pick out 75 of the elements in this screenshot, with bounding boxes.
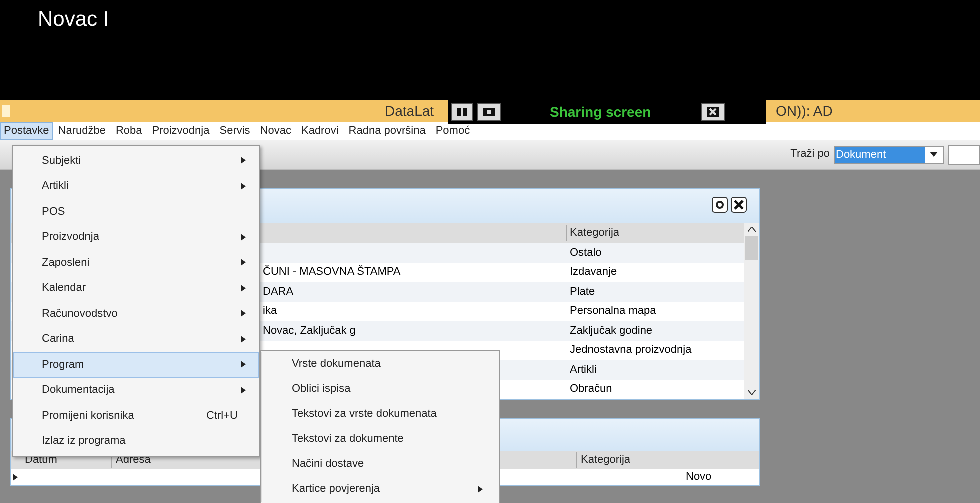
menu-item[interactable]: Računovodstvo — [13, 301, 259, 326]
scroll-up-icon — [748, 227, 756, 232]
menu-item[interactable]: Tekstovi za dokumente — [261, 427, 499, 452]
menu-item[interactable]: Pomoć — [430, 122, 476, 140]
pause-button[interactable] — [451, 103, 473, 121]
submenu-arrow-icon — [241, 182, 246, 190]
row-pointer-icon — [13, 474, 18, 480]
menu-item[interactable]: Narudžbe — [53, 122, 111, 140]
column-header: Kategorija — [576, 452, 631, 468]
submenu-arrow-icon — [478, 486, 483, 493]
menu-item[interactable]: Zaposleni — [13, 250, 259, 276]
menu-item[interactable]: Izlaz iz programa — [13, 428, 259, 454]
table-cell-text: Obračun — [569, 382, 612, 397]
table-cell: Novac, Zaključak g — [263, 324, 356, 336]
menu-item[interactable]: Carina — [13, 326, 259, 352]
sharing-status: Sharing screen — [550, 102, 652, 122]
menu-item[interactable]: Proizvodnja — [147, 122, 215, 140]
stop-sharing-button[interactable] — [701, 103, 726, 121]
submenu-arrow-icon — [241, 336, 246, 343]
menu-item[interactable]: POS — [13, 199, 259, 224]
menu-item[interactable]: Artikli — [13, 174, 259, 199]
title-text: DataLat — [385, 102, 434, 120]
title-text: ON)): AD — [776, 102, 833, 121]
scroll-down-icon — [748, 390, 756, 395]
table-cell-text: Artikli — [569, 362, 597, 378]
menu-item[interactable]: Subjekti — [13, 148, 259, 174]
table-cell-text: Zaključak godine — [569, 324, 653, 338]
table-cell-text: Ostalo — [569, 246, 602, 260]
search-label: Traži po — [790, 147, 830, 162]
shortcut-text: Ctrl+U — [206, 408, 238, 424]
table-cell: ČUNI - MASOVNA ŠTAMPA — [263, 266, 401, 278]
caption-text: Novac I — [38, 8, 110, 31]
refresh-button[interactable] — [712, 197, 728, 213]
column-header: Kategorija — [566, 224, 620, 242]
menu-item[interactable]: Oblici ispisa — [261, 377, 499, 402]
table-cell: ika — [263, 305, 278, 317]
table-cell-text: Plate — [569, 284, 596, 300]
screen-icon — [482, 107, 496, 117]
refresh-icon — [715, 200, 725, 210]
submenu-arrow-icon — [241, 284, 246, 292]
menu-item[interactable]: Postavke — [0, 122, 54, 140]
menu-item[interactable]: Kartice povjerenja — [261, 477, 499, 502]
menu-item[interactable]: Kadrovi — [296, 122, 344, 140]
search-field[interactable] — [948, 144, 980, 164]
submenu-arrow-icon — [241, 361, 246, 368]
menu-item[interactable]: Dokumentacija — [13, 378, 259, 403]
close-button[interactable] — [731, 197, 747, 213]
table-cell-text: Personalna mapa — [569, 304, 656, 319]
menu-item[interactable]: Program — [13, 352, 259, 378]
screen-button[interactable] — [477, 103, 501, 121]
menu-item[interactable]: Servis — [214, 122, 256, 140]
menu-item[interactable]: Vrste dokumenata — [261, 352, 499, 377]
app-icon — [2, 105, 10, 117]
table-cell: DARA — [263, 286, 294, 298]
menu-item[interactable]: Kalendar — [13, 276, 259, 301]
table-cell-text: Jednostavna proizvodnja — [569, 343, 692, 358]
table-cell-text: Novo — [686, 470, 712, 485]
menu-item[interactable]: Roba — [110, 122, 148, 140]
close-icon — [707, 107, 720, 117]
scrollbar-thumb — [745, 236, 758, 260]
menu-item[interactable]: Tekstovi za vrste dokumenata — [261, 402, 499, 427]
menu-item[interactable]: Novac — [255, 122, 296, 140]
caret-icon — [930, 152, 938, 157]
submenu-arrow-icon — [241, 259, 246, 266]
menu-item[interactable]: Proizvodnja — [13, 224, 259, 250]
menu-item[interactable]: Radna površina — [344, 122, 431, 140]
menu-item[interactable]: Načini dostave — [261, 452, 499, 477]
close-icon — [734, 200, 744, 210]
submenu-arrow-icon — [241, 310, 246, 318]
pause-icon — [456, 107, 468, 117]
submenu-arrow-icon — [241, 234, 246, 241]
submenu-arrow-icon — [241, 157, 246, 164]
table-cell-text: Izdavanje — [569, 265, 618, 280]
menu-item[interactable]: Promijeni korisnika Ctrl+U — [13, 403, 259, 428]
submenu-arrow-icon — [241, 386, 246, 394]
